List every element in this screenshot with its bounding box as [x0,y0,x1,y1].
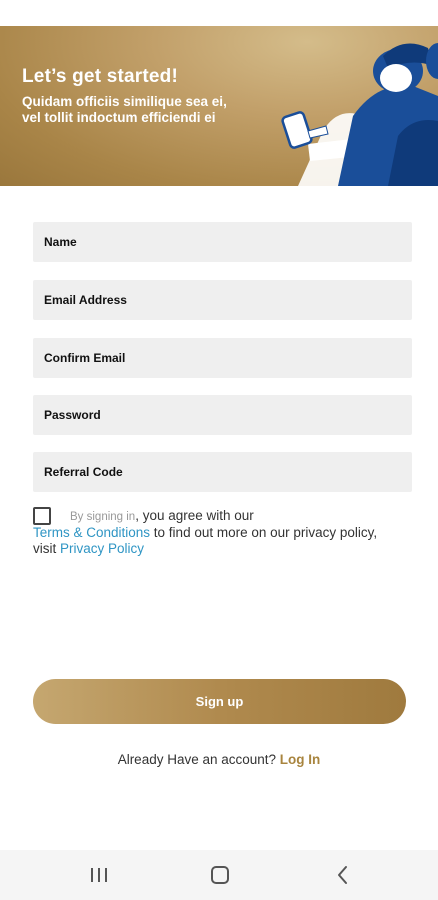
referral-code-field[interactable]: Referral Code [33,452,412,492]
hero-subtitle: Quidam officiis similique sea ei, vel to… [22,94,227,125]
log-in-link[interactable]: Log In [280,752,321,767]
name-field[interactable]: Name [33,222,412,262]
confirm-email-field-label: Confirm Email [44,351,126,365]
hero-banner: Let’s get started! Quidam officiis simil… [0,26,438,186]
login-prompt: Already Have an account? Log In [0,752,438,767]
name-field-label: Name [44,235,77,249]
woman-with-phone-illustration [281,43,438,186]
password-field-label: Password [44,408,101,422]
consent-lead: By signing in [70,511,136,523]
back-icon[interactable] [331,863,355,887]
recent-apps-icon[interactable] [87,863,111,887]
sign-up-button[interactable]: Sign up [33,679,406,724]
confirm-email-field[interactable]: Confirm Email [33,338,412,378]
home-icon[interactable] [208,863,232,887]
hero-title: Let’s get started! [22,66,178,87]
system-nav-bar [0,850,438,900]
terms-consent-text: By signing in, you agree with our Terms … [33,508,393,557]
referral-code-field-label: Referral Code [44,465,123,479]
privacy-policy-link[interactable]: Privacy Policy [60,541,144,556]
status-bar [0,0,438,26]
email-field[interactable]: Email Address [33,280,412,320]
email-field-label: Email Address [44,293,127,307]
password-field[interactable]: Password [33,395,412,435]
consent-text-1: , you agree with our [135,508,254,523]
login-prompt-text: Already Have an account? [117,752,280,767]
terms-link[interactable]: Terms & Conditions [33,525,150,540]
